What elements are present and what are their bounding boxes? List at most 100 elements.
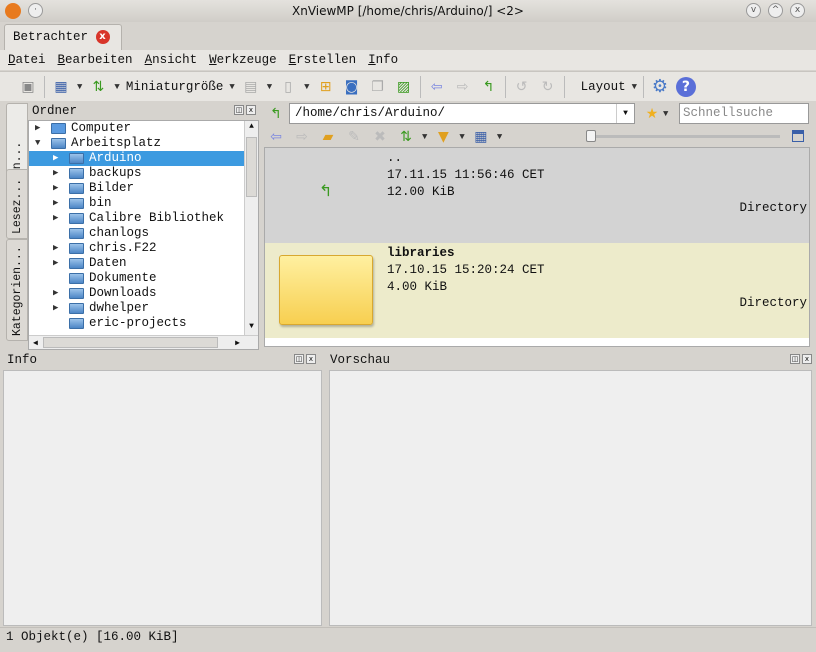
image-icon[interactable]: ▨ [394, 77, 414, 97]
folder-icon [69, 303, 84, 314]
copy-icon[interactable]: ❐ [368, 77, 388, 97]
collapsed-arrow-icon[interactable]: ▶ [53, 286, 58, 301]
tree-item[interactable]: ▶ bin [29, 196, 258, 211]
float-panel-icon[interactable]: ◫ [294, 354, 304, 364]
collapsed-arrow-icon[interactable]: ▶ [53, 256, 58, 271]
file-row-parent[interactable]: ↰ .. 17.11.15 11:56:46 CET 12.00 KiB Direc… [265, 148, 809, 243]
computer-icon [51, 123, 66, 134]
info-panel-body [3, 370, 322, 626]
collapsed-arrow-icon[interactable]: ▶ [53, 196, 58, 211]
layout-button[interactable]: Layout [581, 80, 626, 94]
favorites-star-icon[interactable]: ★ [642, 104, 662, 124]
tree-item[interactable]: ▶ Calibre Bibliothek [29, 211, 258, 226]
menu-info[interactable]: Info [368, 50, 398, 70]
tab-betrachter[interactable]: Betrachter x [4, 24, 122, 50]
collapsed-arrow-icon[interactable]: ▶ [53, 211, 58, 226]
tree-item[interactable]: ▶ backups [29, 166, 258, 181]
view-mode-icon[interactable]: ▦ [471, 127, 491, 147]
menu-ansicht[interactable]: Ansicht [145, 50, 198, 70]
forward-icon[interactable]: ⇨ [453, 77, 473, 97]
sort-icon[interactable]: ⇅ [396, 127, 416, 147]
close-panel-icon[interactable]: x [802, 354, 812, 364]
parent-folder-icon: ↰ [319, 181, 333, 200]
file-row-libraries[interactable]: libraries 17.10.15 15:20:24 CET 4.00 KiB D… [265, 243, 809, 338]
back-icon[interactable]: ⇦ [427, 77, 447, 97]
rotate-left-icon[interactable]: ↺ [512, 77, 532, 97]
folder-icon [69, 243, 84, 254]
sort-icon[interactable]: ⇅ [88, 77, 108, 97]
menu-datei[interactable]: Datei [8, 50, 46, 70]
tree-item[interactable]: chanlogs [29, 226, 258, 241]
collapsed-arrow-icon[interactable]: ▶ [53, 301, 58, 316]
go-up-icon[interactable]: ↰ [266, 104, 286, 124]
quick-search-input[interactable]: Schnellsuche [679, 103, 809, 124]
collapsed-arrow-icon[interactable]: ▶ [35, 121, 40, 136]
rating-icon[interactable]: ▤ [241, 77, 261, 97]
settings-gear-icon[interactable]: ⚙ [650, 76, 670, 97]
chevron-down-icon[interactable]: ▼ [267, 82, 272, 92]
collapsed-arrow-icon[interactable]: ▶ [53, 166, 58, 181]
horizontal-scrollbar[interactable]: ◀ ▶ [29, 335, 258, 349]
tree-item-label: Bilder [89, 181, 135, 195]
float-panel-icon[interactable]: ◫ [234, 105, 244, 115]
maximize-view-icon[interactable] [792, 130, 804, 142]
vertical-scrollbar[interactable]: ▲ ▼ [244, 121, 258, 335]
tree-item-label: Dokumente [89, 271, 157, 285]
side-tab-bookmarks[interactable]: Lesez... [6, 169, 28, 239]
tree-item[interactable]: ▼ Arbeitsplatz [29, 136, 258, 151]
expanded-arrow-icon[interactable]: ▼ [35, 136, 40, 151]
tree-item[interactable]: Dokumente [29, 271, 258, 286]
folder-icon [69, 258, 84, 269]
collapsed-arrow-icon[interactable]: ▶ [53, 181, 58, 196]
rename-icon[interactable]: ✎ [344, 127, 364, 147]
new-folder-icon[interactable]: ▰ [318, 127, 338, 147]
folder-tree-icon[interactable]: ⊞ [316, 77, 336, 97]
chevron-down-icon[interactable]: ▼ [616, 104, 634, 123]
menu-bearbeiten[interactable]: Bearbeiten [58, 50, 133, 70]
collapsed-arrow-icon[interactable]: ▶ [53, 151, 58, 166]
folder-icon [69, 183, 84, 194]
chevron-down-icon[interactable]: ▼ [663, 109, 668, 119]
close-panel-icon[interactable]: x [306, 354, 316, 364]
tree-item[interactable]: ▶ Computer [29, 121, 258, 136]
up-folder-icon[interactable]: ↰ [479, 77, 499, 97]
help-icon[interactable]: ? [675, 76, 696, 97]
tree-item[interactable]: ▶ chris.F22 [29, 241, 258, 256]
delete-icon[interactable]: ✖ [370, 127, 390, 147]
back-icon[interactable]: ⇦ [266, 127, 286, 147]
rotate-right-icon[interactable]: ↻ [538, 77, 558, 97]
tree-item[interactable]: ▶ Bilder [29, 181, 258, 196]
tree-item[interactable]: ▶ dwhelper [29, 301, 258, 316]
chevron-down-icon[interactable]: ▼ [632, 82, 637, 92]
thumbnail-size-slider[interactable] [586, 130, 780, 142]
tree-item-label: Arduino [89, 151, 142, 165]
tree-item[interactable]: ▶ Daten [29, 256, 258, 271]
close-button[interactable]: x [790, 3, 805, 18]
filter-icon[interactable]: ▼ [433, 127, 453, 147]
tree-item[interactable]: ▶ Downloads [29, 286, 258, 301]
address-bar[interactable]: /home/chris/Arduino/▼ [289, 103, 635, 124]
chevron-down-icon[interactable]: ▼ [114, 82, 119, 92]
close-panel-icon[interactable]: x [246, 105, 256, 115]
tree-item[interactable]: eric-projects [29, 316, 258, 331]
chevron-down-icon[interactable]: ▼ [229, 82, 234, 92]
collapsed-arrow-icon[interactable]: ▶ [53, 241, 58, 256]
fullscreen-icon[interactable]: ▣ [18, 77, 38, 97]
side-tab-categories[interactable]: Kategorien... [6, 239, 28, 341]
minimize-button[interactable]: v [746, 3, 761, 18]
file-list: ↰ .. 17.11.15 11:56:46 CET 12.00 KiB Direc… [264, 147, 810, 347]
chevron-down-icon[interactable]: ▼ [304, 82, 309, 92]
tree-item[interactable]: ▶ Arduino [29, 151, 258, 166]
thumbnail-size-button[interactable]: Miniaturgröße [126, 80, 224, 94]
chevron-down-icon[interactable]: ▼ [77, 82, 82, 92]
view-mode-icon[interactable]: ▦ [51, 77, 71, 97]
float-panel-icon[interactable]: ◫ [790, 354, 800, 364]
close-tab-icon[interactable]: x [95, 29, 110, 44]
forward-icon[interactable]: ⇨ [292, 127, 312, 147]
camera-icon[interactable]: ◙ [342, 77, 362, 97]
menu-dot-button[interactable]: · [28, 3, 43, 18]
menu-werkzeuge[interactable]: Werkzeuge [209, 50, 277, 70]
menu-erstellen[interactable]: Erstellen [289, 50, 357, 70]
label-icon[interactable]: ▯ [278, 77, 298, 97]
maximize-button[interactable]: ^ [768, 3, 783, 18]
